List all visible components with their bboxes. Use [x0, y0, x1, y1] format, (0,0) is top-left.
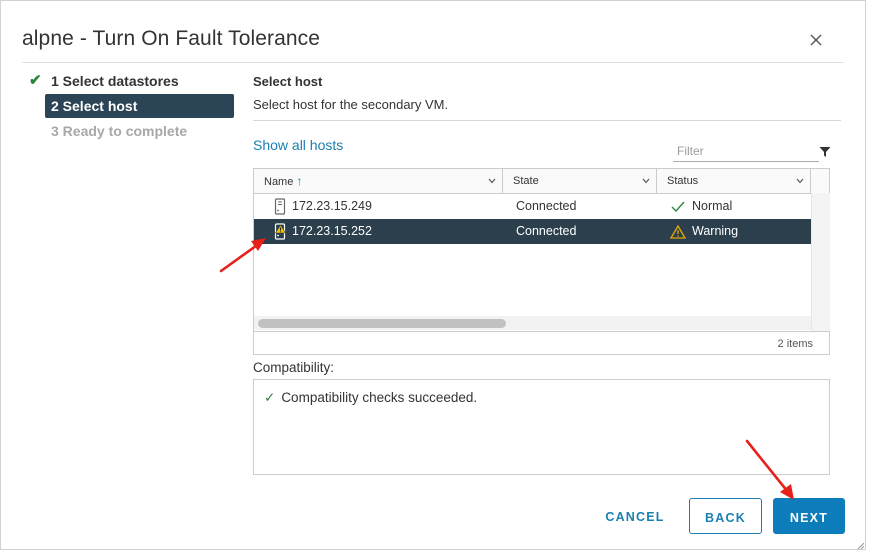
next-button[interactable]: NEXT	[773, 498, 845, 534]
hosts-grid: Name ↑ State Status 172.23.15.249 Connec…	[253, 168, 830, 355]
host-state: Connected	[516, 224, 577, 238]
check-icon: ✔	[29, 72, 42, 89]
host-name: 172.23.15.249	[292, 199, 372, 213]
grid-footer: 2 items	[254, 331, 829, 355]
cancel-button[interactable]: CANCEL	[592, 498, 678, 534]
host-icon	[274, 198, 286, 215]
warning-icon	[670, 225, 686, 239]
filter-input[interactable]	[673, 140, 819, 162]
chevron-down-icon[interactable]	[642, 178, 650, 184]
host-status-cell: Normal	[670, 194, 732, 219]
back-button[interactable]: BACK	[689, 498, 762, 534]
step-select-datastores[interactable]: ✔ 1 Select datastores	[27, 69, 234, 93]
chevron-down-icon[interactable]	[488, 178, 496, 184]
column-header-state[interactable]: State	[503, 169, 657, 193]
horizontal-scrollbar[interactable]	[254, 316, 811, 330]
compatibility-message: ✓ Compatibility checks succeeded.	[264, 390, 477, 406]
filter-icon[interactable]	[819, 146, 831, 158]
host-status-cell: Warning	[670, 219, 738, 244]
resize-handle-icon[interactable]	[857, 542, 865, 550]
compatibility-text: Compatibility checks succeeded.	[281, 390, 478, 405]
step-label: 3 Ready to complete	[51, 123, 188, 139]
compatibility-panel: ✓ Compatibility checks succeeded.	[253, 379, 830, 475]
step-ready-to-complete: 3 Ready to complete	[27, 119, 234, 143]
table-row-selected[interactable]: 172.23.15.252 Connected Warning	[254, 219, 811, 244]
host-status: Warning	[692, 224, 739, 238]
check-icon	[671, 201, 685, 213]
column-header-status[interactable]: Status	[657, 169, 811, 193]
dialog-title: alpne - Turn On Fault Tolerance	[22, 27, 321, 50]
step-select-host[interactable]: 2 Select host	[45, 94, 234, 118]
table-row[interactable]: 172.23.15.249 Connected Normal	[254, 194, 811, 219]
host-name-cell: 172.23.15.252	[272, 219, 372, 244]
check-icon: ✓	[264, 390, 276, 405]
show-all-hosts-link[interactable]: Show all hosts	[253, 137, 343, 153]
host-status: Normal	[692, 199, 733, 213]
title-divider	[22, 62, 844, 63]
close-icon[interactable]	[807, 31, 825, 49]
page-subheading: Select host for the secondary VM.	[253, 97, 449, 112]
page-heading: Select host	[253, 74, 323, 89]
column-label: Name	[264, 176, 294, 188]
column-label: State	[513, 175, 539, 187]
scrollbar-thumb[interactable]	[258, 319, 506, 328]
step-label: 1 Select datastores	[51, 73, 179, 89]
host-warning-icon	[274, 223, 286, 240]
heading-divider	[253, 120, 841, 121]
sort-ascending-icon: ↑	[296, 174, 303, 188]
step-label: 2 Select host	[51, 98, 138, 114]
items-count: 2 items	[777, 338, 813, 350]
host-name-cell: 172.23.15.249	[272, 194, 372, 219]
host-state: Connected	[516, 199, 577, 213]
chevron-down-icon[interactable]	[796, 178, 804, 184]
compatibility-label: Compatibility:	[253, 360, 335, 375]
grid-header: Name ↑ State Status	[254, 169, 829, 194]
host-name: 172.23.15.252	[292, 224, 372, 238]
vertical-scrollbar[interactable]	[811, 193, 830, 331]
fault-tolerance-dialog: alpne - Turn On Fault Tolerance ✔ 1 Sele…	[0, 0, 866, 550]
wizard-steps: ✔ 1 Select datastores 2 Select host 3 Re…	[27, 69, 234, 144]
column-header-name[interactable]: Name ↑	[254, 169, 503, 193]
column-label: Status	[667, 175, 699, 187]
